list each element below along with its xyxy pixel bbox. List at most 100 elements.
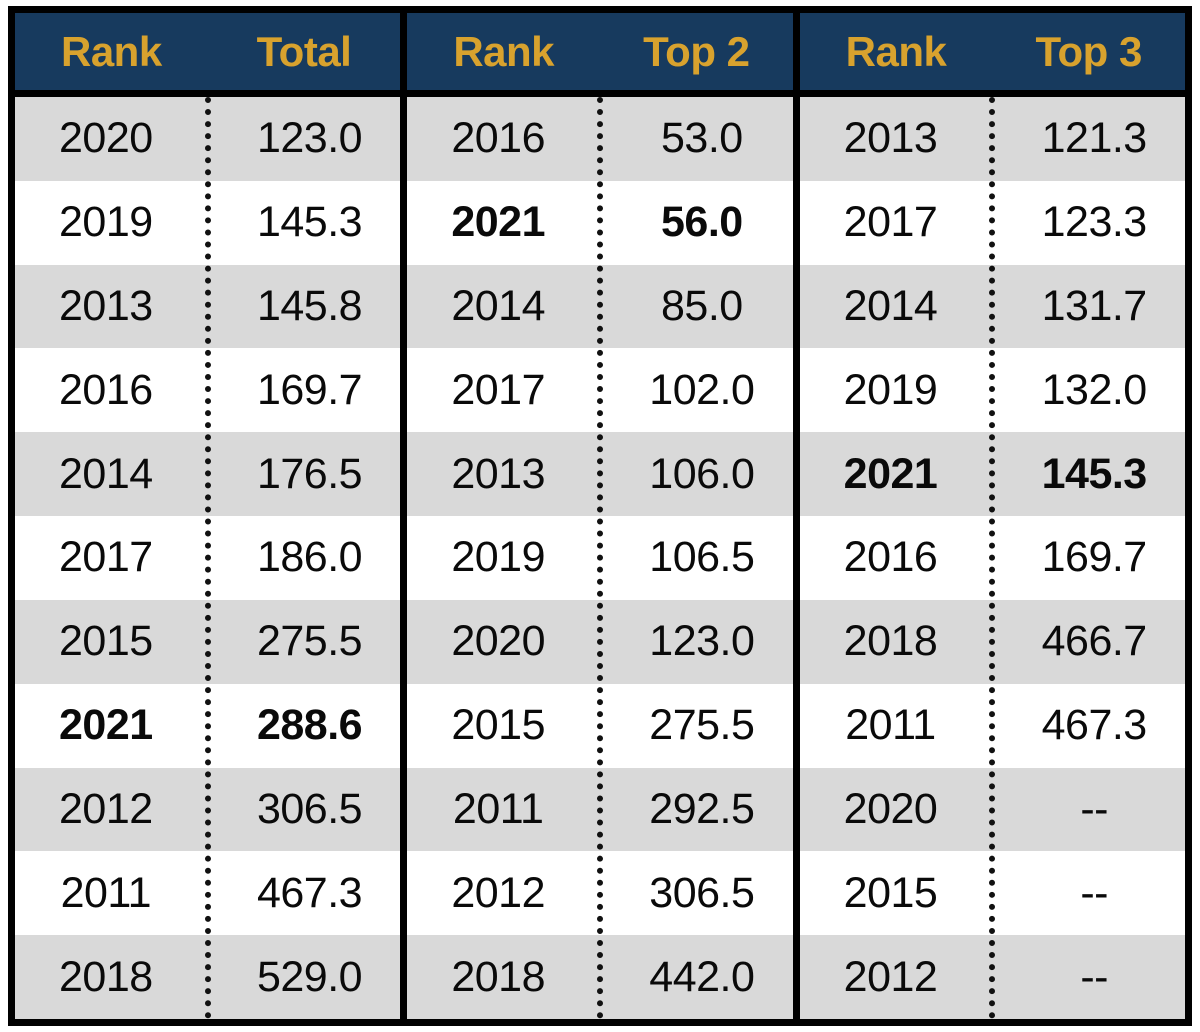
cell-value: 102.0: [649, 365, 755, 414]
column-header-top2: Top 2: [643, 27, 750, 75]
cell-value: 169.7: [256, 365, 363, 414]
cell-value: 306.5: [649, 868, 755, 917]
table-block-top3: Rank Top 3 2013 121.3 2017 123.3 2014 13…: [792, 13, 1185, 1019]
cell-value: 186.0: [256, 533, 363, 582]
table-body-total: 2020 123.0 2019 145.3 2013 145.8 2016 16…: [15, 97, 401, 1019]
table-row: 2012 --: [799, 935, 1185, 1019]
table-block-total: Rank Total 2020 123.0 2019 145.3 2013 14…: [15, 13, 401, 1019]
table-row-highlighted: 2021 288.6: [15, 683, 401, 768]
cell-value: 292.5: [649, 784, 755, 833]
cell-rank: 2012: [59, 784, 153, 833]
table-header-top2: Rank Top 2: [407, 13, 793, 97]
cell-rank: 2011: [60, 868, 152, 917]
table-row: 2019 132.0: [799, 348, 1185, 433]
cell-rank: 2019: [59, 198, 153, 247]
cell-value: 288.6: [256, 701, 363, 750]
table-row: 2017 123.3: [799, 180, 1185, 265]
cell-value-empty: --: [1080, 868, 1108, 917]
table-row: 2012 306.5: [15, 767, 401, 852]
table-row: 2011 292.5: [407, 767, 793, 852]
cell-rank: 2021: [843, 449, 938, 498]
cell-rank: 2021: [451, 198, 545, 247]
table-row: 2011 467.3: [15, 851, 401, 936]
cell-value: 529.0: [256, 952, 363, 1001]
cell-rank: 2013: [843, 114, 938, 163]
table-row: 2017 186.0: [15, 516, 401, 600]
cell-value: 123.3: [1041, 198, 1148, 247]
table-row: 2016 169.7: [15, 348, 401, 433]
table-row: 2012 306.5: [407, 851, 793, 936]
cell-value: 145.3: [256, 198, 363, 247]
cell-rank: 2018: [843, 617, 938, 666]
column-header-total: Total: [256, 27, 352, 75]
cell-rank: 2021: [59, 701, 153, 750]
table-row: 2018 529.0: [15, 935, 401, 1019]
table-row: 2015 275.5: [15, 599, 401, 684]
table-row: 2013 106.0: [407, 432, 793, 517]
cell-value: 176.5: [256, 449, 363, 498]
cell-rank: 2019: [843, 365, 938, 414]
cell-value: 56.0: [660, 198, 743, 247]
cell-rank: 2017: [59, 533, 153, 582]
cell-rank: 2020: [451, 617, 545, 666]
table-row: 2011 467.3: [799, 683, 1185, 768]
cell-value: 106.5: [649, 533, 755, 582]
table-block-top2: Rank Top 2 2016 53.0 2021 56.0 2014 85.0…: [400, 13, 793, 1019]
table-header-top3: Rank Top 3: [799, 13, 1185, 97]
column-header-top3: Top 3: [1035, 27, 1142, 75]
table-row: 2013 121.3: [799, 97, 1185, 181]
cell-value: 467.3: [1041, 701, 1148, 750]
cell-rank: 2014: [59, 449, 153, 498]
cell-rank: 2014: [843, 282, 938, 331]
cell-value: 123.0: [256, 114, 363, 163]
cell-rank: 2015: [451, 701, 545, 750]
cell-value-empty: --: [1080, 952, 1108, 1001]
cell-rank: 2018: [59, 952, 153, 1001]
cell-rank: 2020: [59, 114, 153, 163]
table-row-highlighted: 2021 56.0: [407, 180, 793, 265]
cell-value: 442.0: [649, 952, 755, 1001]
cell-value: 145.8: [256, 282, 363, 331]
table-row: 2014 85.0: [407, 264, 793, 349]
cell-value-empty: --: [1080, 784, 1108, 833]
cell-value: 123.0: [649, 617, 755, 666]
cell-value: 132.0: [1041, 365, 1148, 414]
cell-rank: 2020: [843, 784, 938, 833]
cell-rank: 2015: [843, 868, 938, 917]
table-body-top2: 2016 53.0 2021 56.0 2014 85.0 2017 102.0…: [407, 97, 793, 1019]
cell-rank: 2011: [452, 784, 544, 833]
cell-rank: 2012: [451, 868, 545, 917]
cell-value: 467.3: [256, 868, 363, 917]
cell-rank: 2015: [59, 617, 153, 666]
column-header-rank-top3: Rank: [845, 27, 947, 75]
cell-value: 275.5: [256, 617, 363, 666]
cell-rank: 2016: [59, 365, 153, 414]
column-header-rank-top2: Rank: [453, 27, 555, 75]
cell-value: 145.3: [1041, 449, 1148, 498]
cell-rank: 2017: [451, 365, 545, 414]
cell-value: 121.3: [1041, 114, 1148, 163]
table-row: 2016 169.7: [799, 516, 1185, 600]
table-body-top3: 2013 121.3 2017 123.3 2014 131.7 2019 13…: [799, 97, 1185, 1019]
cell-rank: 2014: [451, 282, 545, 331]
cell-rank: 2016: [451, 114, 545, 163]
table-row: 2013 145.8: [15, 264, 401, 349]
table-row: 2014 131.7: [799, 264, 1185, 349]
cell-value: 306.5: [256, 784, 363, 833]
cell-rank: 2013: [451, 449, 545, 498]
table-row-highlighted: 2021 145.3: [799, 432, 1185, 517]
cell-value: 275.5: [649, 701, 755, 750]
table-row: 2018 466.7: [799, 599, 1185, 684]
cell-rank: 2016: [843, 533, 938, 582]
table-row: 2017 102.0: [407, 348, 793, 433]
table-row: 2018 442.0: [407, 935, 793, 1019]
table-row: 2019 145.3: [15, 180, 401, 265]
cell-value: 106.0: [649, 449, 755, 498]
cell-value: 53.0: [660, 114, 743, 163]
cell-rank: 2011: [845, 701, 936, 750]
cell-value: 131.7: [1041, 282, 1148, 331]
cell-rank: 2017: [843, 198, 938, 247]
table-row: 2020 123.0: [407, 599, 793, 684]
cell-value: 169.7: [1041, 533, 1148, 582]
table-row: 2020 123.0: [15, 97, 401, 181]
